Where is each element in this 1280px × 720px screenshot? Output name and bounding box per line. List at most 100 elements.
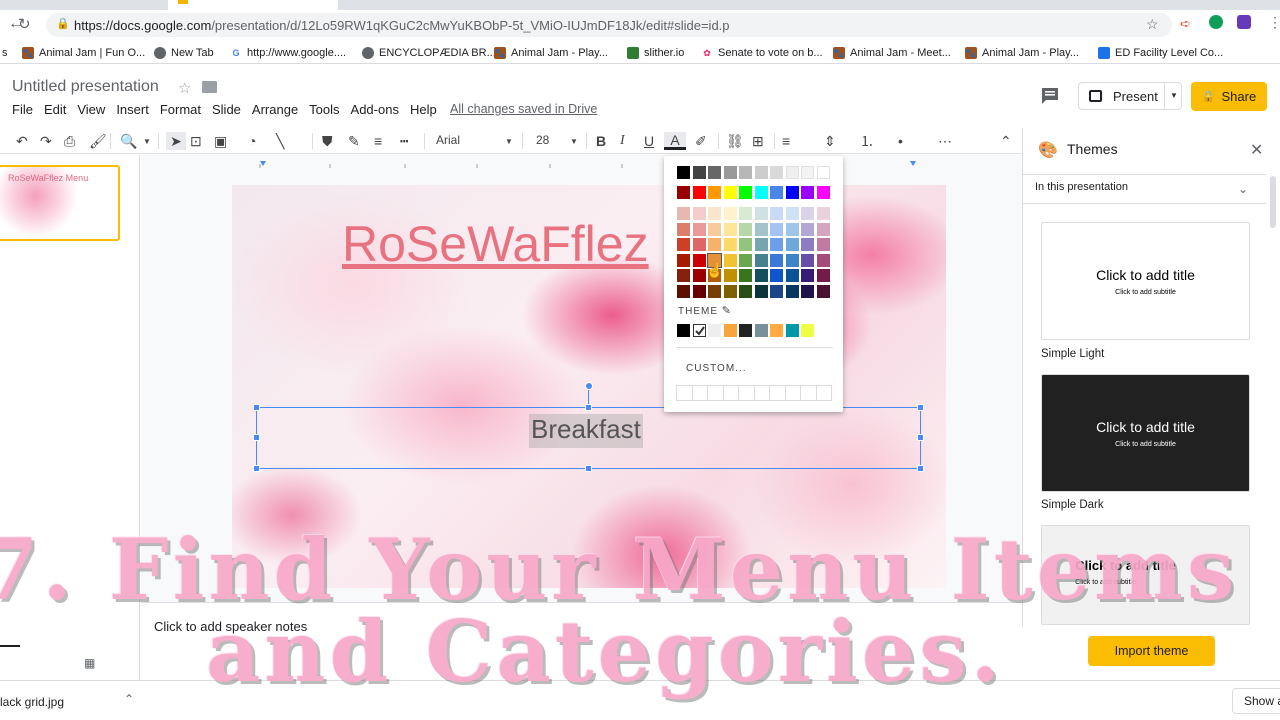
bookmark[interactable]: 🐾 Animal Jam - Meet...	[833, 45, 951, 61]
menu-arrange[interactable]: Arrange	[252, 102, 298, 118]
menu-help[interactable]: Help	[410, 102, 437, 118]
color-swatch[interactable]	[708, 207, 721, 220]
document-title[interactable]: Untitled presentation	[12, 78, 159, 96]
bookmark[interactable]: New Tab	[154, 45, 214, 61]
color-swatch[interactable]	[801, 253, 814, 267]
fill-color-icon[interactable]: ⛊	[322, 132, 333, 150]
color-swatch[interactable]	[801, 238, 814, 251]
color-swatch[interactable]	[677, 253, 690, 267]
border-dash-icon[interactable]: ┅	[400, 132, 408, 150]
zoom-icon[interactable]: 🔍	[120, 132, 137, 150]
bookmark[interactable]: 🐾 Animal Jam - Play...	[494, 45, 608, 61]
color-swatch[interactable]	[816, 269, 830, 282]
color-swatch[interactable]	[739, 166, 752, 179]
color-swatch[interactable]	[723, 222, 737, 236]
theme-color-swatch[interactable]	[708, 324, 721, 337]
share-button[interactable]: 🔒 Share	[1191, 82, 1267, 111]
text-color-icon[interactable]: A	[664, 132, 686, 150]
line-spacing-icon[interactable]: ⇕	[824, 132, 836, 150]
color-swatch[interactable]	[770, 166, 783, 179]
color-swatch[interactable]	[692, 253, 706, 267]
menu-view[interactable]: View	[77, 102, 105, 118]
rotate-handle[interactable]	[585, 382, 593, 390]
theme-color-swatch[interactable]	[739, 324, 752, 337]
bookmark[interactable]: ENCYCLOPÆDIA BR...	[362, 45, 496, 61]
custom-color-slot[interactable]	[722, 385, 739, 401]
color-swatch[interactable]	[739, 238, 752, 251]
edit-theme-icon[interactable]: ✎	[722, 305, 732, 317]
folder-icon[interactable]	[202, 81, 217, 93]
color-swatch[interactable]	[708, 238, 721, 251]
color-swatch[interactable]	[739, 269, 752, 282]
text-box-content[interactable]: Breakfast	[529, 414, 643, 448]
print-icon[interactable]: ⎙	[64, 132, 75, 150]
color-swatch[interactable]	[770, 238, 783, 251]
color-swatch[interactable]	[801, 222, 814, 236]
color-swatch[interactable]	[739, 253, 752, 267]
resize-handle[interactable]	[917, 404, 924, 411]
color-swatch[interactable]	[801, 207, 814, 220]
font-size-dropdown-icon[interactable]: ▼	[570, 132, 578, 150]
highlight-icon[interactable]: ✐	[695, 132, 707, 150]
bulleted-list-icon[interactable]: •	[898, 132, 903, 150]
link-icon[interactable]: ⛓	[726, 132, 744, 150]
theme-card-simple-light[interactable]: Click to add title Click to add subtitle	[1041, 222, 1250, 340]
color-swatch[interactable]	[785, 238, 799, 251]
custom-color-slot[interactable]	[815, 385, 832, 401]
undo-icon[interactable]: ↶	[16, 132, 28, 150]
color-swatch[interactable]	[785, 284, 799, 298]
color-swatch[interactable]	[692, 186, 706, 199]
color-swatch[interactable]	[677, 207, 690, 220]
color-swatch[interactable]	[785, 166, 799, 179]
bookmark[interactable]: ED Facility Level Co...	[1098, 45, 1223, 61]
color-swatch[interactable]	[677, 222, 690, 236]
bookmark[interactable]: 🐾 Animal Jam - Play...	[965, 45, 1079, 61]
grammarly-icon[interactable]	[1209, 15, 1223, 29]
color-swatch[interactable]	[723, 166, 737, 179]
collapse-icon[interactable]: ⌃	[1000, 132, 1012, 150]
select-icon[interactable]: ➤	[166, 132, 186, 150]
color-swatch[interactable]	[692, 207, 706, 220]
theme-color-swatch[interactable]	[785, 324, 799, 337]
image-icon[interactable]: ▣	[214, 132, 227, 150]
custom-color-slot[interactable]	[691, 385, 708, 401]
color-swatch[interactable]	[692, 284, 706, 298]
color-swatch[interactable]	[677, 186, 690, 199]
color-swatch[interactable]	[677, 166, 690, 179]
color-swatch[interactable]	[770, 269, 783, 282]
color-swatch[interactable]	[754, 269, 768, 282]
color-swatch[interactable]	[770, 253, 783, 267]
theme-color-swatch[interactable]	[754, 324, 768, 337]
color-swatch[interactable]	[770, 284, 783, 298]
custom-color-slot[interactable]	[769, 385, 786, 401]
color-swatch[interactable]	[677, 284, 690, 298]
color-swatch[interactable]	[801, 166, 814, 179]
line-icon[interactable]: ╲	[276, 132, 284, 150]
color-swatch[interactable]	[723, 238, 737, 251]
bookmark[interactable]: ✿ Senate to vote on b...	[701, 45, 823, 61]
menu-format[interactable]: Format	[160, 102, 201, 118]
italic-icon[interactable]: I	[620, 132, 625, 150]
star-icon[interactable]: ☆	[178, 79, 191, 97]
color-swatch[interactable]	[785, 222, 799, 236]
show-all-downloads-button[interactable]: Show all	[1232, 688, 1280, 714]
color-swatch[interactable]	[739, 186, 752, 199]
bookmark[interactable]: Ghttp://www.google....	[230, 45, 346, 61]
resize-handle[interactable]	[917, 434, 924, 441]
color-swatch[interactable]	[708, 222, 721, 236]
color-swatch[interactable]	[723, 269, 737, 282]
color-swatch[interactable]	[754, 238, 768, 251]
numbered-list-icon[interactable]: ⒈	[860, 132, 874, 150]
extension-icon[interactable]: ➪	[1180, 16, 1191, 32]
save-status[interactable]: All changes saved in Drive	[450, 102, 597, 116]
menu-edit[interactable]: Edit	[44, 102, 66, 118]
color-swatch[interactable]	[785, 207, 799, 220]
color-swatch[interactable]	[770, 186, 783, 199]
resize-handle[interactable]	[585, 465, 592, 472]
border-color-icon[interactable]: ✎	[348, 132, 360, 150]
color-swatch[interactable]	[801, 269, 814, 282]
color-swatch[interactable]	[739, 222, 752, 236]
color-swatch[interactable]	[754, 284, 768, 298]
import-theme-button[interactable]: Import theme	[1088, 636, 1215, 666]
color-swatch[interactable]	[677, 238, 690, 251]
